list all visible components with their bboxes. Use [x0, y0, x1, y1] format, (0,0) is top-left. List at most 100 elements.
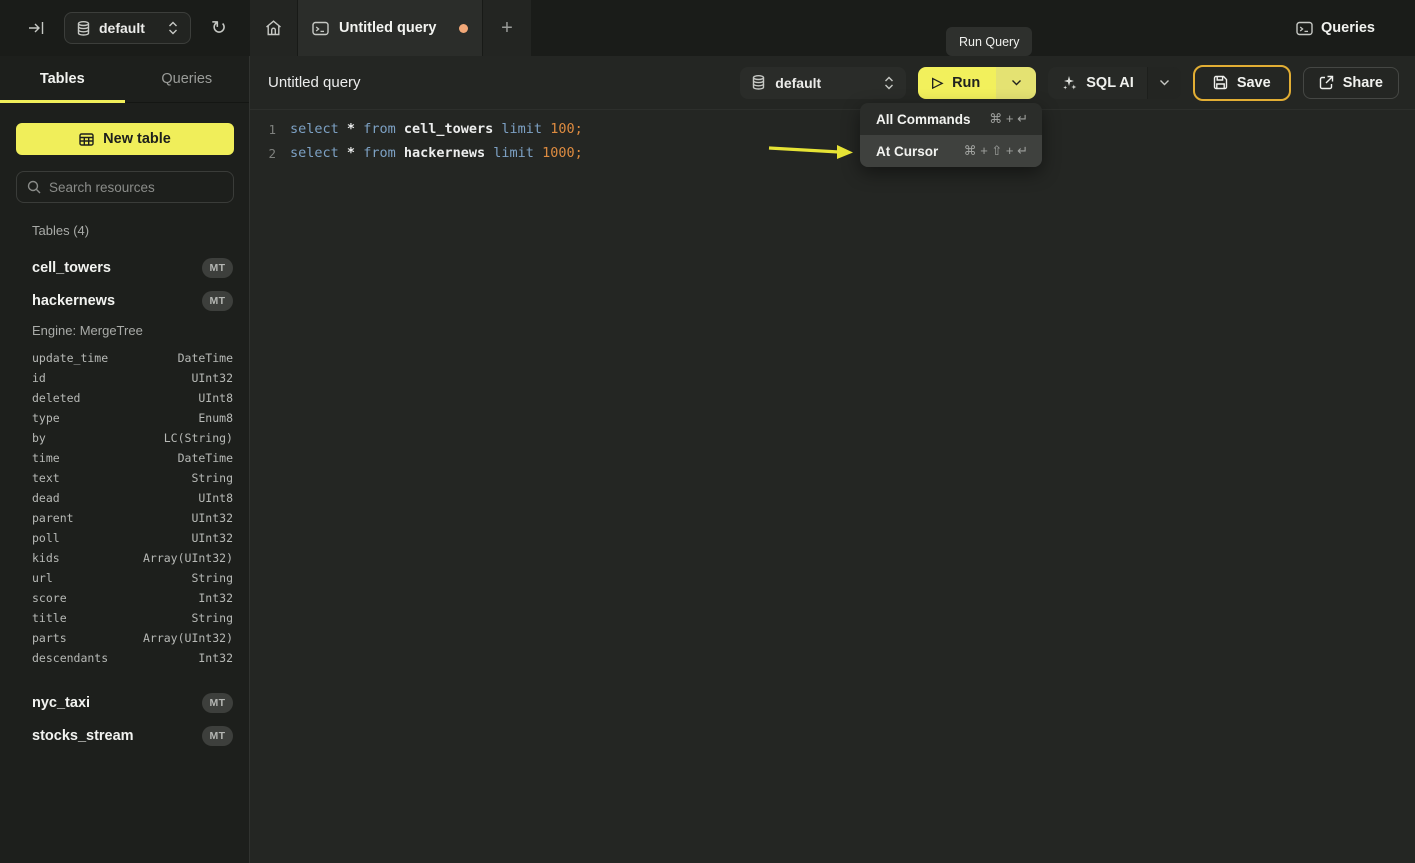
search-icon — [27, 180, 41, 194]
chevron-updown-icon — [168, 21, 178, 35]
search-box — [16, 171, 234, 203]
save-button[interactable]: Save — [1193, 65, 1291, 101]
table-row-nyc-taxi[interactable]: nyc_taxi MT — [32, 691, 233, 715]
menu-item-label: All Commands — [876, 112, 971, 127]
sql-ai-button[interactable]: SQL AI — [1048, 67, 1147, 99]
column-name: poll — [32, 531, 60, 545]
run-query-tooltip: Run Query — [946, 27, 1032, 56]
column-row[interactable]: byLC(String) — [32, 428, 233, 448]
play-icon: ▷ — [932, 74, 943, 91]
home-icon — [265, 20, 282, 36]
database-selector-value: default — [775, 75, 821, 91]
column-name: time — [32, 451, 60, 465]
column-type: UInt32 — [191, 371, 233, 385]
column-row[interactable]: poll UInt32 — [32, 528, 233, 548]
column-type: Enum8 — [198, 411, 233, 425]
menu-item-shortcut: ⌘ + ↵ — [989, 111, 1028, 127]
column-type: Array(UInt32) — [143, 551, 233, 565]
column-list: update_timeDateTimeidUInt32deletedUInt8t… — [32, 348, 233, 668]
run-query-tooltip-text: Run Query — [959, 35, 1019, 49]
engine-badge: MT — [202, 291, 233, 311]
column-type: String — [191, 471, 233, 485]
database-selector-top[interactable]: default — [64, 12, 191, 44]
column-name: dead — [32, 491, 60, 505]
column-row[interactable]: deletedUInt8 — [32, 388, 233, 408]
column-row[interactable]: titleString — [32, 608, 233, 628]
share-button[interactable]: Share — [1303, 67, 1399, 99]
code-line[interactable]: 1select * from cell_towers limit 100; — [250, 117, 1415, 141]
sql-editor[interactable]: 1select * from cell_towers limit 100; 2 se… — [250, 110, 1415, 863]
sidebar: Tables Queries New table Tables (4) cell… — [0, 56, 250, 863]
chevron-updown-icon — [884, 76, 894, 90]
line-number: 1 — [250, 122, 276, 137]
new-tab-button[interactable]: + — [483, 0, 531, 56]
new-table-button[interactable]: New table — [16, 123, 234, 155]
column-type: String — [191, 571, 233, 585]
line-number: 2 — [250, 146, 276, 161]
table-name: nyc_taxi — [32, 695, 202, 711]
run-button[interactable]: ▷ Run — [918, 67, 996, 99]
database-icon — [77, 21, 90, 36]
toolbar-actions: default ▷ Run — [740, 65, 1399, 101]
plus-icon: + — [501, 17, 513, 40]
column-row[interactable]: id UInt32 — [32, 368, 233, 388]
table-icon — [79, 133, 94, 146]
collapse-sidebar-button[interactable] — [22, 14, 50, 42]
engine-label: Engine: MergeTree — [32, 323, 249, 338]
column-type: UInt32 — [191, 531, 233, 545]
column-row[interactable]: scoreInt32 — [32, 588, 233, 608]
code-text: select * from hackernews limit 1000; — [290, 145, 583, 161]
engine-badge: MT — [202, 726, 233, 746]
queries-button[interactable]: Queries — [1296, 20, 1375, 36]
menu-item-at-cursor[interactable]: At Cursor⌘ + ⇧ + ↵ — [860, 135, 1042, 167]
column-name: kids — [32, 551, 60, 565]
column-name: id — [32, 371, 46, 385]
column-row[interactable]: kids Array(UInt32) — [32, 548, 233, 568]
column-type: UInt8 — [198, 391, 233, 405]
column-type: Int32 — [198, 651, 233, 665]
top-bar-left: default ↻ — [0, 0, 250, 56]
tab-title: Untitled query — [339, 20, 449, 36]
code-line[interactable]: 2 select * from hackernews limit 1000; — [250, 141, 1415, 165]
table-row-cell-towers[interactable]: cell_towers MT — [32, 256, 233, 280]
sidebar-tab-queries[interactable]: Queries — [125, 56, 250, 102]
column-name: url — [32, 571, 53, 585]
column-type: UInt8 — [198, 491, 233, 505]
tables-section-label: Tables (4) — [32, 223, 249, 238]
unsaved-dot — [459, 24, 468, 33]
column-type: Int32 — [198, 591, 233, 605]
sql-ai-split-button: SQL AI — [1048, 67, 1181, 99]
run-split-button: ▷ Run — [918, 67, 1036, 99]
column-row[interactable]: partsArray(UInt32) — [32, 628, 233, 648]
column-row[interactable]: dead UInt8 — [32, 488, 233, 508]
new-table-label: New table — [103, 131, 171, 147]
tab-strip: Untitled query + — [250, 0, 531, 56]
collapse-sidebar-icon — [28, 21, 45, 35]
tab-untitled-query[interactable]: Untitled query — [297, 0, 483, 56]
database-selector[interactable]: default — [740, 67, 906, 99]
sql-ai-options-button[interactable] — [1147, 67, 1181, 99]
search-input[interactable] — [49, 180, 223, 195]
refresh-button[interactable]: ↻ — [205, 14, 233, 42]
column-row[interactable]: url String — [32, 568, 233, 588]
run-options-button[interactable] — [996, 67, 1036, 99]
share-icon — [1319, 75, 1334, 90]
column-type: UInt32 — [191, 511, 233, 525]
column-row[interactable]: parentUInt32 — [32, 508, 233, 528]
engine-badge: MT — [202, 693, 233, 713]
column-row[interactable]: timeDateTime — [32, 448, 233, 468]
sidebar-tab-tables[interactable]: Tables — [0, 56, 125, 102]
sparkles-icon — [1061, 75, 1077, 91]
column-row[interactable]: descendantsInt32 — [32, 648, 233, 668]
column-row[interactable]: typeEnum8 — [32, 408, 233, 428]
column-name: parts — [32, 631, 67, 645]
menu-item-all-commands[interactable]: All Commands ⌘ + ↵ — [860, 103, 1042, 135]
queries-icon — [1296, 21, 1313, 36]
table-row-stocks-stream[interactable]: stocks_stream MT — [32, 724, 233, 748]
column-row[interactable]: update_timeDateTime — [32, 348, 233, 368]
column-row[interactable]: textString — [32, 468, 233, 488]
run-options-menu: All Commands ⌘ + ↵ At Cursor⌘ + ⇧ + ↵ — [860, 103, 1042, 167]
table-row-hackernews[interactable]: hackernews MT — [32, 289, 233, 313]
home-button[interactable] — [250, 0, 297, 56]
query-title: Untitled query — [268, 74, 361, 91]
